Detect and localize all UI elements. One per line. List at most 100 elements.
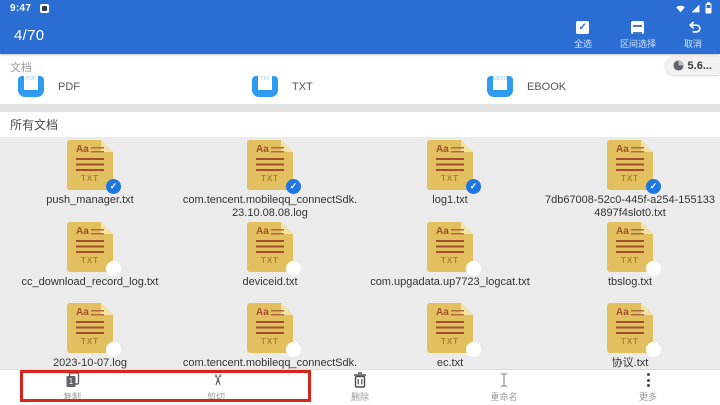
file-icon-rules: [256, 158, 284, 171]
selection-check-badge[interactable]: [286, 342, 301, 357]
more-label: 更多: [639, 390, 657, 403]
selection-check-badge[interactable]: [286, 261, 301, 276]
txt-icon-mini-label: TXT: [258, 76, 272, 83]
selection-check-badge[interactable]: [466, 261, 481, 276]
category-item-ebook[interactable]: EBOOK EBOOK: [487, 76, 566, 97]
file-icon-aa-text: Aa: [256, 145, 269, 155]
rename-button[interactable]: 重命名: [432, 370, 576, 405]
select-all-label: 全选: [574, 37, 592, 50]
copy-button[interactable]: 1 复制: [0, 370, 144, 405]
selection-check-badge[interactable]: [646, 342, 661, 357]
cut-button[interactable]: ✂ 剪切: [144, 370, 288, 405]
cancel-button[interactable]: 取消: [678, 21, 708, 50]
cellular-signal-icon: [690, 3, 701, 14]
file-item[interactable]: Aa TXT com.tencent.mobileqq_connectSdk.2…: [180, 140, 360, 220]
txt-file-icon: Aa TXT: [247, 303, 293, 353]
txt-file-icon: Aa TXT: [67, 303, 113, 353]
txt-file-icon: Aa TXT: [427, 140, 473, 190]
svg-text:1: 1: [68, 377, 73, 386]
categories-section: 文档 PDF PDF TXT TXT EBOOK EBOOK 5.6...: [0, 54, 720, 104]
ebook-icon-mini-label: EBOOK: [493, 76, 507, 83]
file-icon-rules: [436, 240, 464, 253]
file-item[interactable]: Aa TXT push_manager.txt: [0, 140, 180, 220]
ebook-category-icon: EBOOK: [487, 76, 513, 97]
file-icon-aa-text: Aa: [256, 308, 269, 318]
file-item[interactable]: Aa TXT cc_download_record_log.txt: [0, 222, 180, 289]
category-item-txt[interactable]: TXT TXT: [252, 76, 313, 97]
selection-check-badge[interactable]: [106, 342, 121, 357]
file-icon-rules: [76, 240, 104, 253]
delete-button[interactable]: 删除: [288, 370, 432, 405]
selection-check-badge[interactable]: [466, 179, 481, 194]
file-name: cc_download_record_log.txt: [2, 276, 178, 289]
txt-file-icon: Aa TXT: [247, 140, 293, 190]
file-icon-rules: [616, 240, 644, 253]
file-icon-rules: [451, 229, 464, 235]
file-icon-rules: [436, 321, 464, 334]
file-icon-aa-text: Aa: [436, 145, 449, 155]
file-icon-aa-text: Aa: [616, 227, 629, 237]
status-app-icon: [40, 4, 49, 13]
trash-icon: [353, 372, 367, 388]
file-item[interactable]: Aa TXT 7db67008-52c0-445f-a254-155133489…: [540, 140, 720, 220]
all-docs-header: 所有文档: [0, 112, 720, 137]
file-icon-rules: [616, 321, 644, 334]
all-docs-label: 所有文档: [10, 116, 58, 133]
cut-label: 剪切: [207, 390, 225, 403]
selection-check-badge[interactable]: [646, 261, 661, 276]
file-item[interactable]: Aa TXT log1.txt: [360, 140, 540, 220]
pie-chart-icon: [673, 60, 684, 71]
checkbox-checked-icon: [576, 21, 589, 34]
file-icon-rules: [451, 310, 464, 316]
categories-section-label: 文档: [10, 59, 32, 75]
app-bar: 4/70 全选 区间选择 取消: [0, 16, 720, 54]
selection-check-badge[interactable]: [286, 179, 301, 194]
range-select-button[interactable]: 区间选择: [620, 21, 656, 50]
file-name: log1.txt: [362, 194, 538, 207]
txt-file-icon: Aa TXT: [67, 222, 113, 272]
range-select-label: 区间选择: [620, 37, 656, 50]
file-icon-aa-text: Aa: [76, 227, 89, 237]
file-icon-aa-text: Aa: [616, 308, 629, 318]
pdf-category-label: PDF: [58, 81, 80, 93]
select-all-button[interactable]: 全选: [568, 21, 598, 50]
file-name: tbslog.txt: [542, 276, 718, 289]
storage-usage-text: 5.6...: [688, 60, 712, 72]
pdf-icon-mini-label: PDF: [24, 76, 38, 83]
scissors-icon: ✂: [208, 374, 224, 387]
selection-check-badge[interactable]: [646, 179, 661, 194]
more-dots-icon: [647, 372, 650, 388]
file-icon-rules: [271, 229, 284, 235]
storage-usage-badge[interactable]: 5.6...: [665, 56, 720, 75]
file-icon-rules: [76, 321, 104, 334]
file-icon-rules: [616, 158, 644, 171]
file-icon-rules: [631, 310, 644, 316]
wifi-icon: [675, 3, 686, 14]
file-icon-rules: [76, 158, 104, 171]
category-item-pdf[interactable]: PDF PDF: [18, 76, 80, 97]
file-icon-aa-text: Aa: [616, 145, 629, 155]
cancel-label: 取消: [684, 37, 702, 50]
selection-check-badge[interactable]: [106, 261, 121, 276]
file-item[interactable]: Aa TXT tbslog.txt: [540, 222, 720, 289]
file-icon-rules: [631, 229, 644, 235]
file-name: com.upgadata.up7723_logcat.txt: [362, 276, 538, 289]
copy-icon: 1: [65, 372, 80, 388]
file-name: deviceid.txt: [182, 276, 358, 289]
file-name: 7db67008-52c0-445f-a254-1551334897f4slot…: [542, 194, 718, 220]
file-icon-aa-text: Aa: [436, 308, 449, 318]
selection-check-badge[interactable]: [106, 179, 121, 194]
copy-label: 复制: [63, 390, 81, 403]
file-item[interactable]: Aa TXT com.upgadata.up7723_logcat.txt: [360, 222, 540, 289]
txt-category-icon: TXT: [252, 76, 278, 97]
file-item[interactable]: Aa TXT deviceid.txt: [180, 222, 360, 289]
file-icon-rules: [91, 229, 104, 235]
txt-category-label: TXT: [292, 81, 313, 93]
file-icon-aa-text: Aa: [256, 227, 269, 237]
selection-check-badge[interactable]: [466, 342, 481, 357]
status-icons: [675, 2, 712, 14]
file-icon-rules: [256, 240, 284, 253]
more-button[interactable]: 更多: [576, 370, 720, 405]
selection-count-title: 4/70: [14, 27, 44, 44]
app-bar-actions: 全选 区间选择 取消: [568, 21, 708, 50]
